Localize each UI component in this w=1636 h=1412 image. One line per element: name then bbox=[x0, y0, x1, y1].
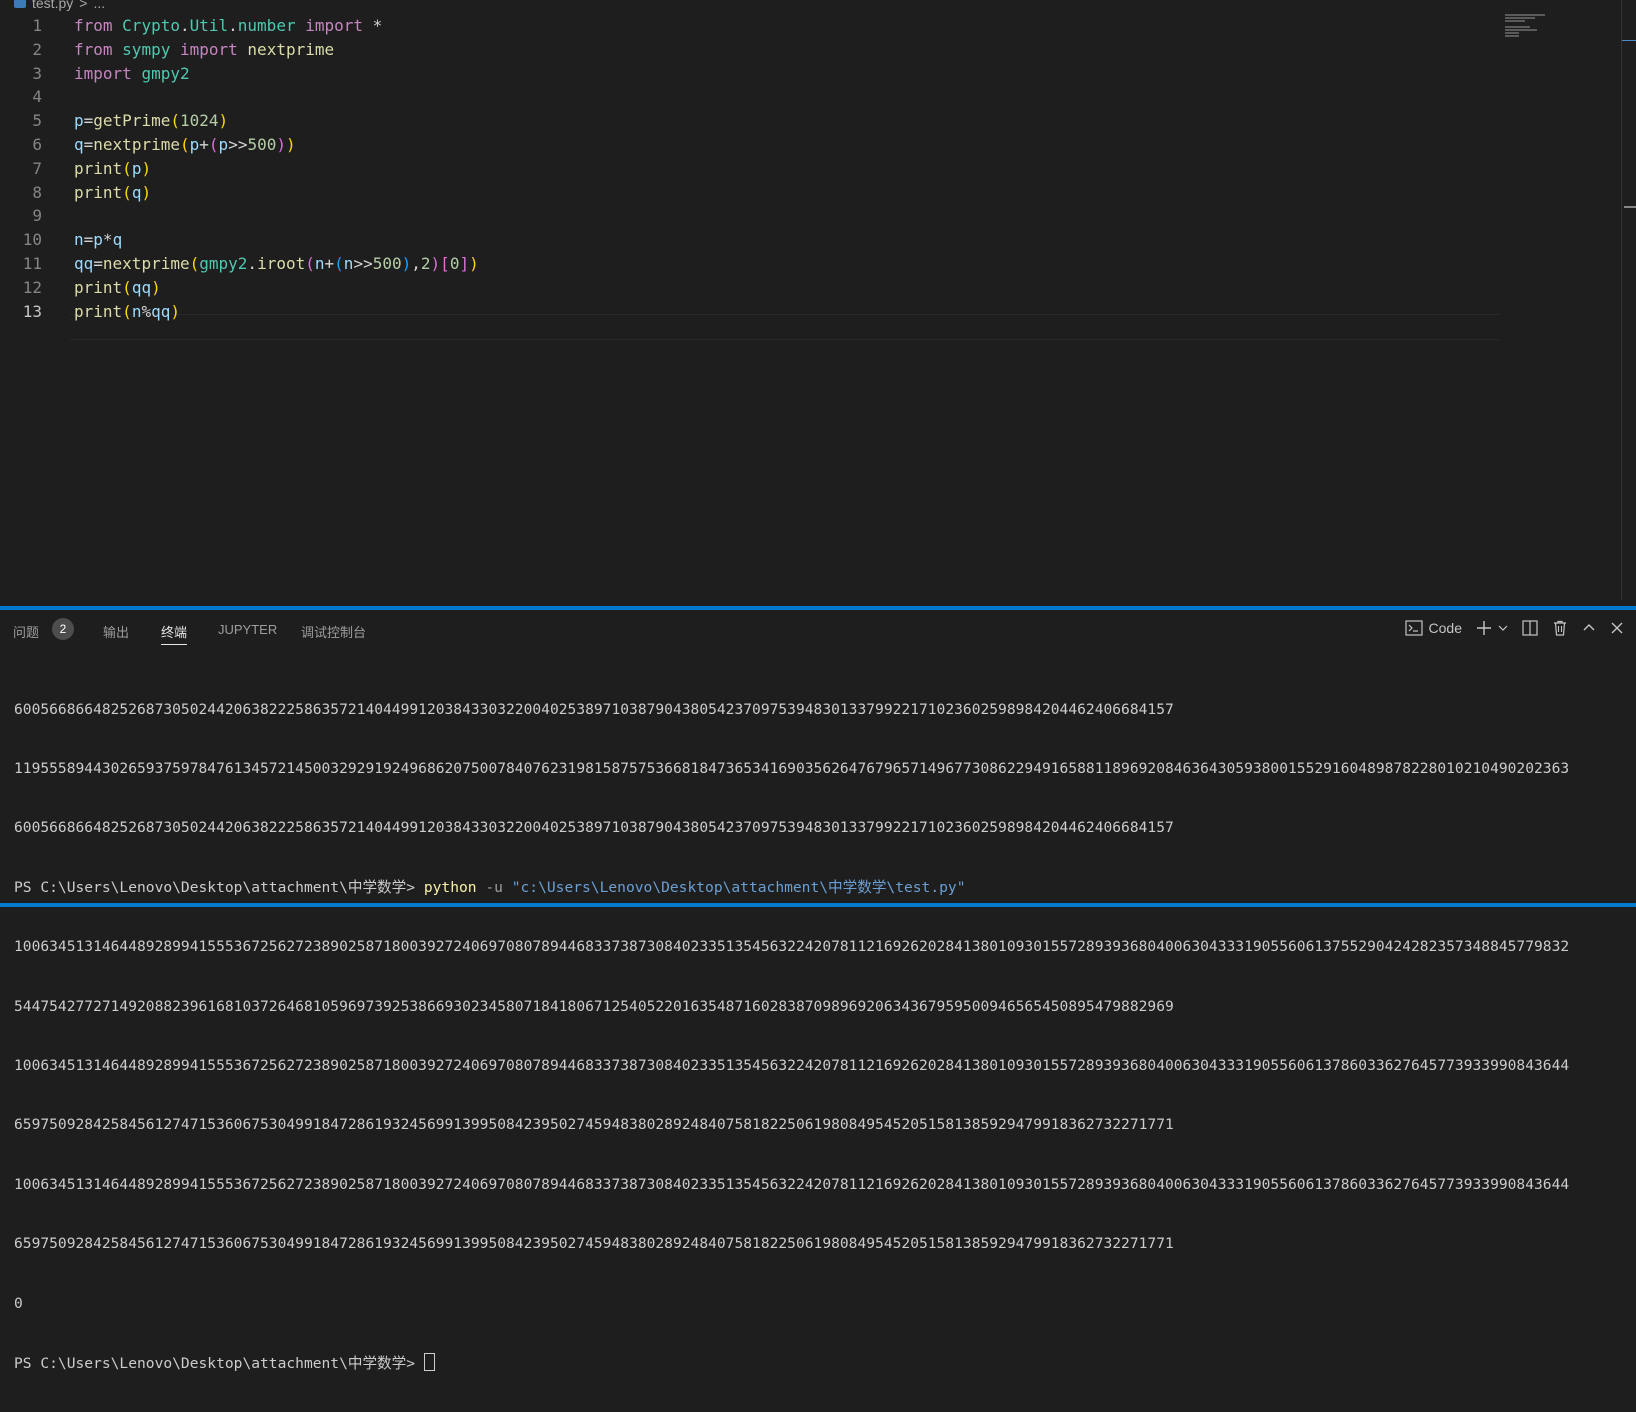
code-line: 5 p=getPrime(1024) bbox=[0, 109, 1500, 133]
code-line: 13 print(n%qq) bbox=[0, 300, 1500, 324]
bottom-panel: 问题 2 输出 终端 JUPYTER 调试控制台 Code 6005668664… bbox=[0, 606, 1636, 1372]
code-line: 9 bbox=[0, 204, 1500, 228]
terminal-line: 6597509284258456127471536067530499184728… bbox=[14, 1116, 1174, 1134]
tab-output[interactable]: 输出 bbox=[103, 622, 129, 641]
terminal-line: 1006345131464489289941555367256272389025… bbox=[14, 938, 1570, 956]
breadcrumb-separator: > bbox=[79, 0, 88, 11]
line-number: 2 bbox=[32, 39, 42, 59]
breadcrumb-rest[interactable]: ... bbox=[93, 0, 105, 11]
tab-jupyter[interactable]: JUPYTER bbox=[218, 622, 277, 637]
terminal-line: 0 bbox=[14, 1294, 23, 1312]
terminal-line: 5447542772714920882396168103726468105969… bbox=[14, 997, 1174, 1015]
panel-actions: Code bbox=[1404, 620, 1624, 636]
line-number: 4 bbox=[32, 87, 42, 107]
code-text[interactable]: q=nextprime(p+(p>>500)) bbox=[74, 133, 296, 157]
prompt-path: PS C:\Users\Lenovo\Desktop\attachment\中学… bbox=[14, 878, 416, 896]
terminal-line: 1195558944302659375978476134572145003292… bbox=[14, 759, 1570, 777]
chevron-down-icon bbox=[1498, 625, 1508, 631]
code-line: 4 bbox=[0, 85, 1500, 109]
new-terminal-button[interactable] bbox=[1476, 620, 1508, 636]
code-text[interactable]: n=p*q bbox=[74, 228, 122, 252]
terminal-icon bbox=[1404, 620, 1423, 636]
code-text[interactable]: qq=nextprime(gmpy2.iroot(n+(n>>500),2)[0… bbox=[74, 252, 479, 276]
terminal-line: 6005668664825268730502442063822258635721… bbox=[14, 700, 1174, 718]
terminal-line: 1006345131464489289941555367256272389025… bbox=[14, 1175, 1570, 1193]
code-text[interactable]: p=getPrime(1024) bbox=[74, 109, 228, 133]
tab-terminal[interactable]: 终端 bbox=[161, 622, 188, 645]
command-executable: python bbox=[423, 878, 477, 896]
terminal-shell-selector[interactable]: Code bbox=[1404, 620, 1462, 636]
line-number: 9 bbox=[32, 206, 42, 226]
line-number: 12 bbox=[22, 277, 42, 297]
scroll-ruler bbox=[1622, 40, 1636, 41]
chevron-up-icon[interactable] bbox=[1582, 621, 1596, 635]
code-editor[interactable]: 1 from Crypto.Util.number import * 2 from … bbox=[0, 14, 1500, 340]
code-line: 6 q=nextprime(p+(p>>500)) bbox=[0, 133, 1500, 157]
shell-label: Code bbox=[1428, 620, 1462, 636]
breadcrumb[interactable]: test.py > ... bbox=[14, 0, 105, 11]
tab-debug-console[interactable]: 调试控制台 bbox=[301, 622, 366, 641]
tab-problems[interactable]: 问题 bbox=[13, 622, 39, 641]
terminal-line: 6005668664825268730502442063822258635721… bbox=[14, 819, 1174, 837]
line-number: 6 bbox=[32, 134, 42, 154]
editor-scrollbar[interactable] bbox=[1621, 0, 1636, 600]
line-number: 13 bbox=[22, 301, 42, 321]
terminal-line: 1006345131464489289941555367256272389025… bbox=[14, 1056, 1570, 1074]
line-number: 5 bbox=[32, 111, 42, 131]
minimap[interactable] bbox=[1505, 14, 1565, 44]
code-line: 12 print(qq) bbox=[0, 276, 1500, 300]
terminal-output[interactable]: 6005668664825268730502442063822258635721… bbox=[14, 660, 1624, 1412]
trash-icon[interactable] bbox=[1552, 620, 1568, 636]
code-text[interactable]: print(q) bbox=[74, 181, 151, 205]
code-line: 8 print(q) bbox=[0, 181, 1500, 205]
code-text[interactable]: print(n%qq) bbox=[74, 300, 180, 324]
panel-tabs: 问题 2 输出 终端 JUPYTER 调试控制台 Code bbox=[0, 610, 1636, 650]
code-line: 1 from Crypto.Util.number import * bbox=[0, 14, 1500, 38]
plus-icon bbox=[1477, 621, 1491, 635]
code-text[interactable]: import gmpy2 bbox=[74, 62, 190, 86]
terminal-prompt-line: PS C:\Users\Lenovo\Desktop\attachment\中学… bbox=[14, 1352, 1624, 1373]
code-text[interactable]: from sympy import nextprime bbox=[74, 38, 334, 62]
line-number: 7 bbox=[32, 158, 42, 178]
command-flag: -u bbox=[485, 878, 503, 896]
status-bar bbox=[0, 903, 1636, 907]
code-line: 11 qq=nextprime(gmpy2.iroot(n+(n>>500),2)… bbox=[0, 252, 1500, 276]
code-line: 3 import gmpy2 bbox=[0, 62, 1500, 86]
split-terminal-icon[interactable] bbox=[1522, 620, 1538, 636]
problems-count-badge: 2 bbox=[52, 618, 74, 640]
terminal-command-line: PS C:\Users\Lenovo\Desktop\attachment\中学… bbox=[14, 878, 1624, 898]
prompt-path: PS C:\Users\Lenovo\Desktop\attachment\中学… bbox=[14, 1354, 416, 1372]
code-text[interactable]: print(qq) bbox=[74, 276, 161, 300]
code-text[interactable]: from Crypto.Util.number import * bbox=[74, 14, 382, 38]
line-number: 11 bbox=[22, 253, 42, 273]
line-number: 1 bbox=[32, 16, 42, 35]
code-line: 7 print(p) bbox=[0, 157, 1500, 181]
command-argument: "c:\Users\Lenovo\Desktop\attachment\中学数学… bbox=[511, 878, 966, 896]
breadcrumb-file[interactable]: test.py bbox=[32, 0, 73, 11]
terminal-line: 6597509284258456127471536067530499184728… bbox=[14, 1235, 1174, 1253]
line-number: 10 bbox=[22, 230, 42, 250]
scroll-thumb[interactable] bbox=[1624, 206, 1636, 208]
code-line: 10 n=p*q bbox=[0, 228, 1500, 252]
line-number: 3 bbox=[32, 63, 42, 83]
code-line: 2 from sympy import nextprime bbox=[0, 38, 1500, 62]
close-icon[interactable] bbox=[1610, 621, 1624, 635]
code-text[interactable]: print(p) bbox=[74, 157, 151, 181]
terminal-cursor[interactable] bbox=[423, 1352, 435, 1371]
line-number: 8 bbox=[32, 182, 42, 202]
python-file-icon bbox=[14, 0, 26, 8]
